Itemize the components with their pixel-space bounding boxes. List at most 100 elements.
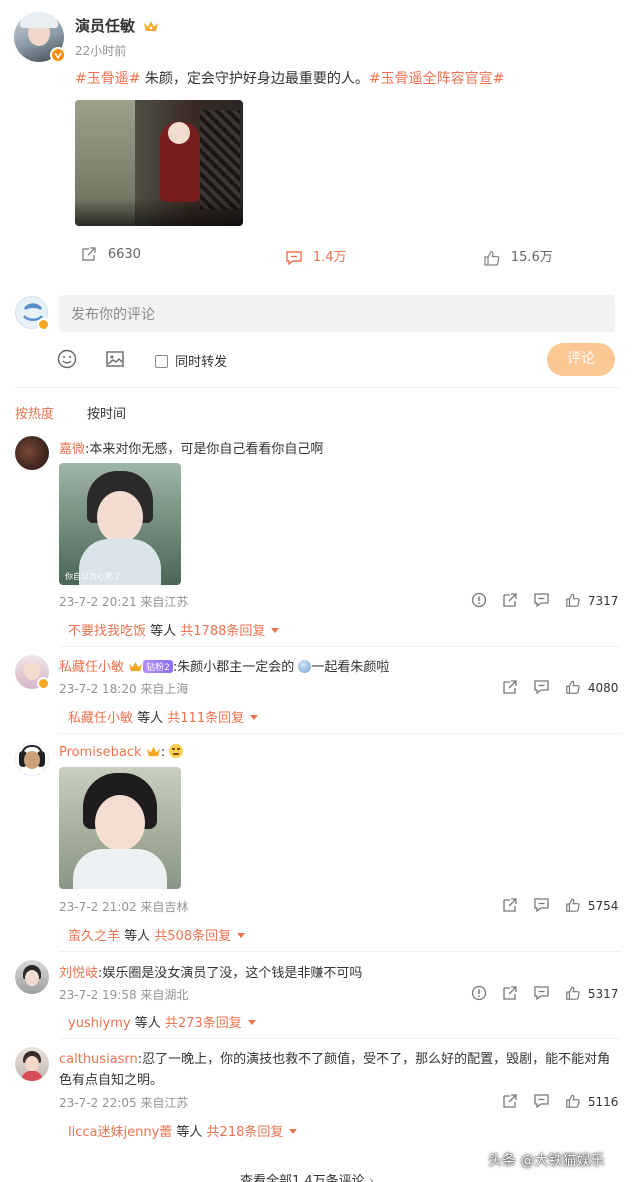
reply-count[interactable]: 共218条回复 bbox=[207, 1125, 284, 1140]
comment-input[interactable]: 发布你的评论 bbox=[59, 295, 615, 332]
avatar[interactable] bbox=[15, 436, 49, 470]
like-button[interactable]: 5317 bbox=[565, 985, 618, 1001]
comment-body: :娱乐圈是没女演员了没，这个钱是非赚不可吗 bbox=[98, 966, 363, 981]
chevron-down-icon bbox=[271, 628, 280, 633]
comment-body: :朱颜小郡主一定会的 bbox=[172, 660, 295, 675]
post-time[interactable]: 22小时前 bbox=[75, 42, 126, 59]
like-button[interactable]: 5116 bbox=[565, 1093, 618, 1109]
post-image[interactable] bbox=[75, 100, 243, 226]
reply-mid: 等人 bbox=[172, 1125, 207, 1140]
comment-button[interactable]: 1.4万 bbox=[285, 246, 347, 266]
reply-button[interactable] bbox=[533, 985, 550, 1005]
chevron-down-icon bbox=[250, 715, 259, 720]
reply-button[interactable] bbox=[533, 897, 550, 917]
repost-button[interactable] bbox=[502, 679, 518, 699]
avatar[interactable] bbox=[15, 1047, 49, 1081]
hashtag-link[interactable]: #玉骨遥# bbox=[75, 71, 140, 87]
comment-text: Promiseback : bbox=[59, 744, 184, 762]
comment-author[interactable]: 私藏任小敏 bbox=[59, 660, 124, 675]
verified-badge-icon bbox=[37, 318, 50, 331]
view-all-label: 查看全部1.4万条评论 bbox=[240, 1174, 365, 1182]
reply-count[interactable]: 共273条回复 bbox=[165, 1016, 242, 1031]
reply-count[interactable]: 共1788条回复 bbox=[180, 624, 265, 639]
comment-image[interactable]: 你自以为心死了 bbox=[59, 463, 181, 585]
checkbox-box[interactable] bbox=[155, 355, 168, 368]
like-count: 4080 bbox=[587, 681, 619, 695]
reply-count[interactable]: 共508条回复 bbox=[154, 929, 231, 944]
comment-text: calthusiasrn:忍了一晚上，你的演技也救不了颜值，受不了，那么好的配置… bbox=[59, 1049, 624, 1091]
like-button[interactable]: 7317 bbox=[565, 592, 618, 608]
tab-sort-hot[interactable]: 按热度 bbox=[15, 403, 54, 422]
reply-summary[interactable]: 蛮久之羊 等人 共508条回复 bbox=[68, 925, 246, 944]
verified-badge-icon bbox=[37, 677, 50, 690]
comment-icon bbox=[286, 250, 302, 265]
view-all-comments-link[interactable]: 查看全部1.4万条评论 › bbox=[240, 1170, 374, 1182]
fan-level-badge: 钻粉2 bbox=[143, 660, 173, 673]
thumb-up-icon bbox=[566, 593, 580, 607]
comment-meta: 23-7-2 18:20 来自上海 bbox=[59, 682, 189, 696]
reply-summary[interactable]: licca迷妹jenny蕾 等人 共218条回复 bbox=[68, 1121, 298, 1140]
comment-count: 1.4万 bbox=[312, 250, 347, 265]
thumb-up-icon bbox=[566, 898, 580, 912]
repost-button[interactable] bbox=[502, 985, 518, 1005]
comment-text: 刘悦岐:娱乐圈是没女演员了没，这个钱是非赚不可吗 bbox=[59, 962, 362, 981]
author-name-text[interactable]: 演员任敏 bbox=[75, 17, 135, 35]
comment-author[interactable]: 嘉微 bbox=[59, 442, 85, 457]
comment-author[interactable]: 刘悦岐 bbox=[59, 966, 98, 981]
repost-button[interactable] bbox=[502, 592, 518, 612]
comment-image[interactable] bbox=[59, 767, 181, 889]
author-name[interactable]: 演员任敏 bbox=[75, 15, 159, 37]
reply-button[interactable] bbox=[533, 1093, 550, 1113]
repost-button[interactable] bbox=[502, 897, 518, 917]
verified-badge-icon bbox=[50, 47, 66, 63]
post-body: 朱颜，定会守护好身边最重要的人。 bbox=[140, 71, 369, 87]
submit-comment-button[interactable]: 评论 bbox=[547, 343, 615, 376]
reply-mid: 等人 bbox=[133, 711, 168, 726]
avatar[interactable] bbox=[15, 960, 49, 994]
reply-count[interactable]: 共111条回复 bbox=[167, 711, 244, 726]
thumb-up-icon bbox=[566, 1094, 580, 1108]
chevron-down-icon bbox=[247, 1020, 256, 1025]
repost-button[interactable] bbox=[502, 1093, 518, 1113]
reply-mid: 等人 bbox=[146, 624, 181, 639]
chevron-down-icon bbox=[289, 1129, 298, 1134]
share-icon bbox=[503, 680, 517, 694]
share-icon bbox=[503, 986, 517, 1000]
reply-button[interactable] bbox=[533, 679, 550, 699]
repost-icon bbox=[82, 247, 96, 261]
reply-summary[interactable]: yushiymy 等人 共273条回复 bbox=[68, 1012, 256, 1031]
reply-user[interactable]: licca迷妹jenny蕾 bbox=[68, 1125, 172, 1140]
like-button[interactable]: 4080 bbox=[565, 679, 618, 695]
image-upload-button[interactable] bbox=[105, 349, 125, 373]
forward-checkbox[interactable]: 同时转发 bbox=[155, 351, 227, 370]
tab-sort-hot-label: 按热度 bbox=[15, 407, 55, 422]
like-button[interactable]: 5754 bbox=[565, 897, 618, 913]
submit-label: 评论 bbox=[567, 351, 595, 367]
comment-author[interactable]: calthusiasrn bbox=[59, 1052, 138, 1067]
emoji-icon bbox=[298, 660, 312, 673]
emoji-button[interactable] bbox=[57, 349, 77, 373]
reply-user[interactable]: 不要找我吃饭 bbox=[68, 624, 146, 639]
emoji-icon bbox=[169, 744, 184, 758]
comment-author[interactable]: Promiseback bbox=[59, 745, 142, 760]
thumb-up-icon bbox=[566, 680, 580, 694]
comment-meta: 23-7-2 20:21 来自江苏 bbox=[59, 595, 189, 609]
comment-icon bbox=[534, 1094, 549, 1109]
hashtag-link[interactable]: #玉骨遥全阵容官宣# bbox=[369, 71, 504, 87]
report-button[interactable] bbox=[471, 592, 487, 612]
reply-summary[interactable]: 不要找我吃饭 等人 共1788条回复 bbox=[68, 620, 280, 639]
reply-user[interactable]: 私藏任小敏 bbox=[68, 711, 133, 726]
report-button[interactable] bbox=[471, 985, 487, 1005]
reply-user[interactable]: 蛮久之羊 bbox=[68, 929, 120, 944]
like-button[interactable]: 15.6万 bbox=[483, 246, 553, 266]
avatar[interactable] bbox=[15, 742, 49, 776]
comment-text: 私藏任小敏 钻粉2:朱颜小郡主一定会的 一起看朱颜啦 bbox=[59, 656, 389, 677]
reply-summary[interactable]: 私藏任小敏 等人 共111条回复 bbox=[68, 707, 259, 726]
repost-button[interactable]: 6630 bbox=[80, 246, 141, 262]
tab-sort-time[interactable]: 按时间 bbox=[87, 403, 126, 422]
comment-body: :忍了一晚上，你的演技也救不了颜值，受不了，那么好的配置，毁剧，能不能对角 bbox=[137, 1052, 611, 1067]
reply-user[interactable]: yushiymy bbox=[68, 1016, 131, 1031]
comment-input-placeholder: 发布你的评论 bbox=[71, 307, 155, 323]
tab-sort-time-label: 按时间 bbox=[87, 407, 127, 422]
reply-button[interactable] bbox=[533, 592, 550, 612]
